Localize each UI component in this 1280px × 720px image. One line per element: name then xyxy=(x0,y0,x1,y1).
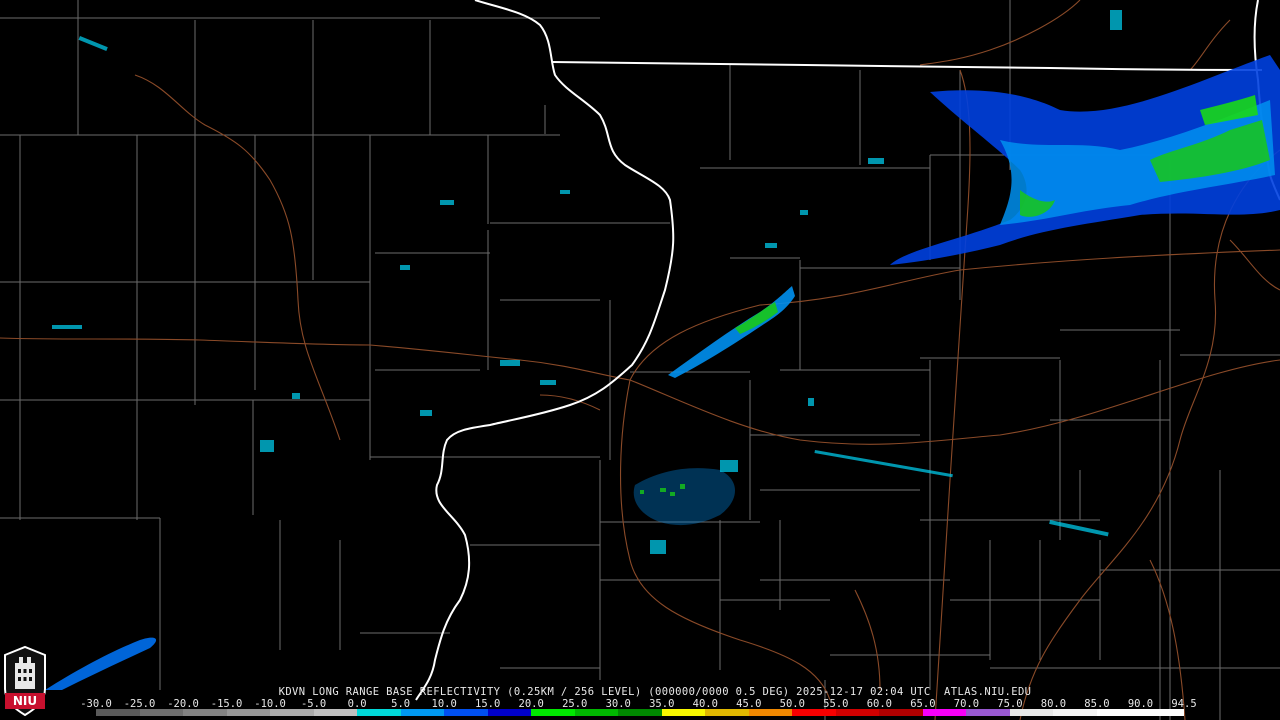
color-bar-segment xyxy=(357,709,401,716)
color-bar-segment xyxy=(748,709,793,716)
storm-band-southwest xyxy=(45,637,157,690)
color-bar-segment xyxy=(1053,709,1097,716)
color-bar-segment xyxy=(487,709,532,716)
county-boundaries xyxy=(0,0,1280,720)
product-caption: KDVN LONG RANGE BASE REFLECTIVITY (0.25K… xyxy=(278,686,1032,698)
color-bar-segment xyxy=(792,709,836,716)
color-bar-segment xyxy=(574,709,619,716)
color-bar-segment xyxy=(922,709,967,716)
color-bar-segment xyxy=(966,709,1010,716)
color-bar-segment xyxy=(879,709,923,716)
color-bar-segment xyxy=(313,709,358,716)
color-bar-segment xyxy=(1009,709,1054,716)
color-bar-segment xyxy=(96,709,140,716)
color-bar-segment xyxy=(270,709,314,716)
color-bar-segment xyxy=(444,709,488,716)
storm-band-central xyxy=(668,286,795,378)
color-bar-segment xyxy=(835,709,880,716)
color-bar-segment xyxy=(618,709,662,716)
radar-map xyxy=(0,0,1280,720)
radar-screen: NIU KDVN LONG RANGE BASE REFLECTIVITY (0… xyxy=(0,0,1280,720)
highway-lines xyxy=(0,0,1280,720)
color-bar-segment xyxy=(1096,709,1141,716)
color-bar-segment xyxy=(1140,709,1184,716)
reflectivity-color-bar xyxy=(96,709,1184,716)
color-bar-segment xyxy=(705,709,749,716)
color-bar-segment xyxy=(183,709,227,716)
niu-logo-icon: NIU xyxy=(3,645,47,717)
color-bar-segment xyxy=(661,709,706,716)
reflectivity-echoes xyxy=(45,10,1280,690)
scatter-south xyxy=(633,468,735,526)
color-bar-segment xyxy=(400,709,445,716)
color-scale-labels: -30.0 -25.0 -20.0 -15.0 -10.0 -5.0 0.0 5.0 10.0 1… xyxy=(80,698,1196,710)
color-bar-segment xyxy=(226,709,271,716)
color-bar-segment xyxy=(139,709,184,716)
color-bar-segment xyxy=(531,709,575,716)
